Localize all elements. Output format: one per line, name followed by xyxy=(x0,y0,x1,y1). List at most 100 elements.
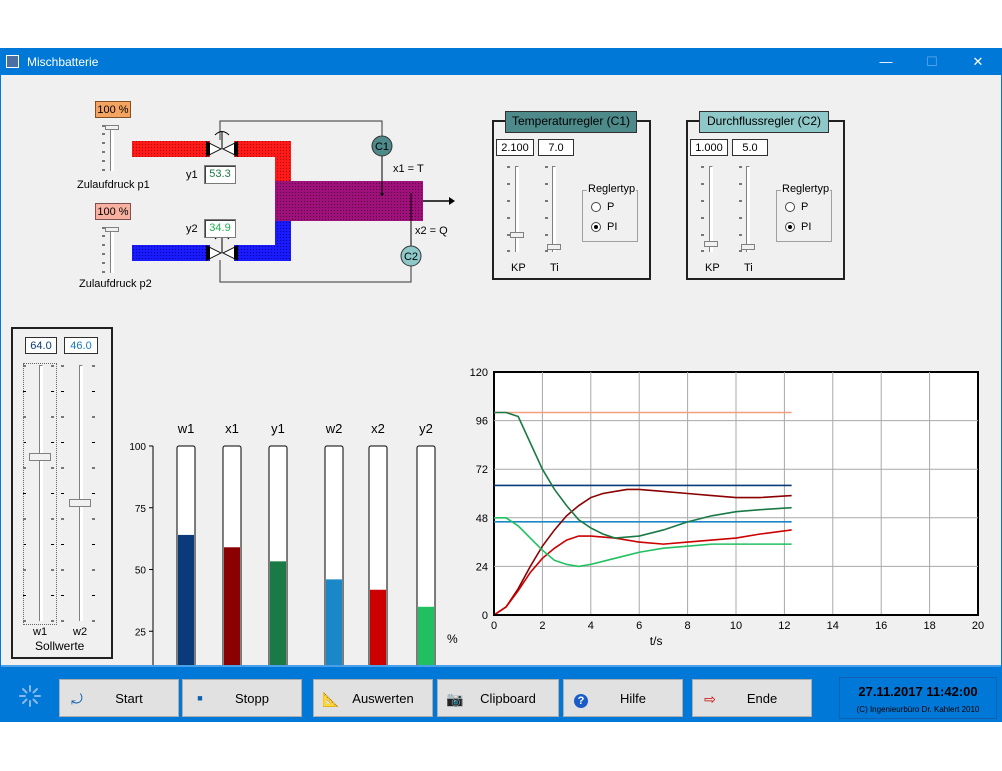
chart-y-tick-label: 24 xyxy=(476,561,488,573)
temp-type-group: Reglertyp xyxy=(582,183,638,242)
bar-fill-y1 xyxy=(270,561,286,665)
temp-ti-value[interactable]: 7.0 xyxy=(538,139,574,156)
chart-x-tick-label: 6 xyxy=(636,620,642,632)
outflow-arrow-icon xyxy=(449,197,455,205)
bar-axis-tick-label: 50 xyxy=(135,566,147,577)
chart-x-tick-label: 16 xyxy=(875,620,887,632)
chart-x-tick-label: 0 xyxy=(491,620,497,632)
supply-p1-value: 100 % xyxy=(95,101,131,118)
maximize-button[interactable]: ☐ xyxy=(909,49,955,75)
temp-kp-value[interactable]: 2.100 xyxy=(496,139,534,156)
chart-x-tick-label: 14 xyxy=(827,620,839,632)
y2-value: 34.9 xyxy=(204,219,236,238)
w1-slider-focus xyxy=(23,363,57,625)
stop-button[interactable]: ■ Stopp xyxy=(182,679,302,717)
flow-radio-p[interactable]: P xyxy=(785,201,808,213)
supply-p1-slider-thumb[interactable] xyxy=(105,125,119,130)
exit-label: Ende xyxy=(746,691,778,706)
help-label: Hilfe xyxy=(619,691,646,706)
bar-label-w2: w2 xyxy=(325,421,343,436)
bar-label-y1: y1 xyxy=(271,421,285,436)
bar-axis-tick-label: 75 xyxy=(135,504,147,515)
control-line-c1 xyxy=(219,120,383,140)
bar-indicators: 1007550250w1x1y1w2x2y2 xyxy=(129,421,436,665)
flow-controller-title: Durchflussregler (C2) xyxy=(699,111,829,133)
hot-pipe-out xyxy=(234,141,291,181)
cold-pipe-out xyxy=(234,221,291,261)
bar-fill-y2 xyxy=(418,606,434,665)
w1-value[interactable]: 64.0 xyxy=(25,337,57,354)
evaluate-label: Auswerten xyxy=(352,691,414,706)
close-button[interactable]: ✕ xyxy=(955,49,1001,75)
y1-label: y1 xyxy=(186,169,198,181)
y1-value: 53.3 xyxy=(204,165,236,184)
chart-x-tick-label: 2 xyxy=(539,620,545,632)
bar-label-x2: x2 xyxy=(371,421,385,436)
exit-button[interactable]: ⇨ Ende xyxy=(692,679,812,717)
valve-icon-1 xyxy=(206,131,238,157)
busy-spinner-icon xyxy=(19,685,41,707)
flow-ti-value[interactable]: 5.0 xyxy=(732,139,768,156)
start-button[interactable]: ⤾ Start xyxy=(59,679,179,717)
chart-y-tick-label: 48 xyxy=(476,513,488,525)
supply-p2-value: 100 % xyxy=(95,203,131,220)
clipboard-button[interactable]: 📷 Clipboard xyxy=(437,679,559,717)
radio-p-icon xyxy=(591,202,601,213)
chart-x-tick-label: 12 xyxy=(778,620,790,632)
radio-pi-icon xyxy=(591,222,601,233)
help-button[interactable]: ? Hilfe xyxy=(563,679,683,717)
temp-radio-p[interactable]: P xyxy=(591,201,614,213)
bar-fill-x1 xyxy=(224,547,240,665)
supply-p1-slider-track[interactable] xyxy=(110,125,114,171)
flow-radio-pi-label: PI xyxy=(801,221,812,233)
x2-label: x2 = Q xyxy=(415,225,448,237)
copyright: (C) Ingenieurbüro Dr. Kahlert 2010 xyxy=(856,705,980,714)
flow-type-label: Reglertyp xyxy=(781,183,831,195)
flow-kp-label: KP xyxy=(705,262,720,274)
temp-ti-label: Ti xyxy=(550,262,559,274)
window-title: Mischbatterie xyxy=(27,55,99,69)
client-area: C1 C2 x1 = T x2 = Q 100 % Zulaufdruck p1… xyxy=(1,75,1001,721)
temp-kp-label: KP xyxy=(511,262,526,274)
supply-p1-ticks xyxy=(102,125,105,171)
bar-label-y2: y2 xyxy=(419,421,433,436)
chart-x-tick-label: 10 xyxy=(730,620,742,632)
y2-label: y2 xyxy=(186,223,198,235)
sensor-c1-label: C1 xyxy=(375,141,389,153)
flow-type-group: Reglertyp xyxy=(776,183,832,242)
minimize-button[interactable]: — xyxy=(863,49,909,75)
chart-x-tick-label: 18 xyxy=(923,620,935,632)
bar-fill-w2 xyxy=(326,579,342,665)
flow-radio-p-label: P xyxy=(801,201,809,213)
supply-p2-label: Zulaufdruck p2 xyxy=(79,278,152,290)
chart-y-tick-label: 120 xyxy=(470,367,488,379)
supply-p1-label: Zulaufdruck p1 xyxy=(77,179,150,191)
supply-p2-slider-track[interactable] xyxy=(110,227,114,273)
flow-kp-value[interactable]: 1.000 xyxy=(690,139,728,156)
w2-label: w2 xyxy=(73,626,88,638)
chart-y-tick-label: 96 xyxy=(476,416,488,428)
app-icon xyxy=(6,55,19,68)
temp-type-label: Reglertyp xyxy=(587,183,637,195)
mixing-pipe xyxy=(275,181,423,221)
supply-p2-slider-thumb[interactable] xyxy=(105,227,119,232)
stop-label: Stopp xyxy=(235,691,269,706)
chart-y-tick-label: 0 xyxy=(482,610,488,622)
flow-radio-pi[interactable]: PI xyxy=(785,221,811,233)
chart-x-tick-label: 4 xyxy=(588,620,594,632)
evaluate-button[interactable]: 📐 Auswerten xyxy=(313,679,433,717)
bar-fill-w1 xyxy=(178,534,194,665)
bar-label-w1: w1 xyxy=(177,421,195,436)
bar-label-x1: x1 xyxy=(225,421,239,436)
datetime: 27.11.2017 11:42:00 xyxy=(858,684,978,699)
status-panel: 27.11.2017 11:42:00 (C) Ingenieurbüro Dr… xyxy=(839,677,997,719)
flow-ti-label: Ti xyxy=(744,262,753,274)
setpoints-title: Sollwerte xyxy=(35,639,85,653)
sensor-c2-label: C2 xyxy=(404,251,418,263)
temp-radio-pi[interactable]: PI xyxy=(591,221,617,233)
bottom-toolbar: ⤾ Start ■ Stopp 📐 Auswerten 📷 Clipboard … xyxy=(1,665,1001,721)
w1-label: w1 xyxy=(33,626,48,638)
w2-value[interactable]: 46.0 xyxy=(64,337,98,354)
chart-x-tick-label: 20 xyxy=(972,620,984,632)
clipboard-label: Clipboard xyxy=(480,691,536,706)
